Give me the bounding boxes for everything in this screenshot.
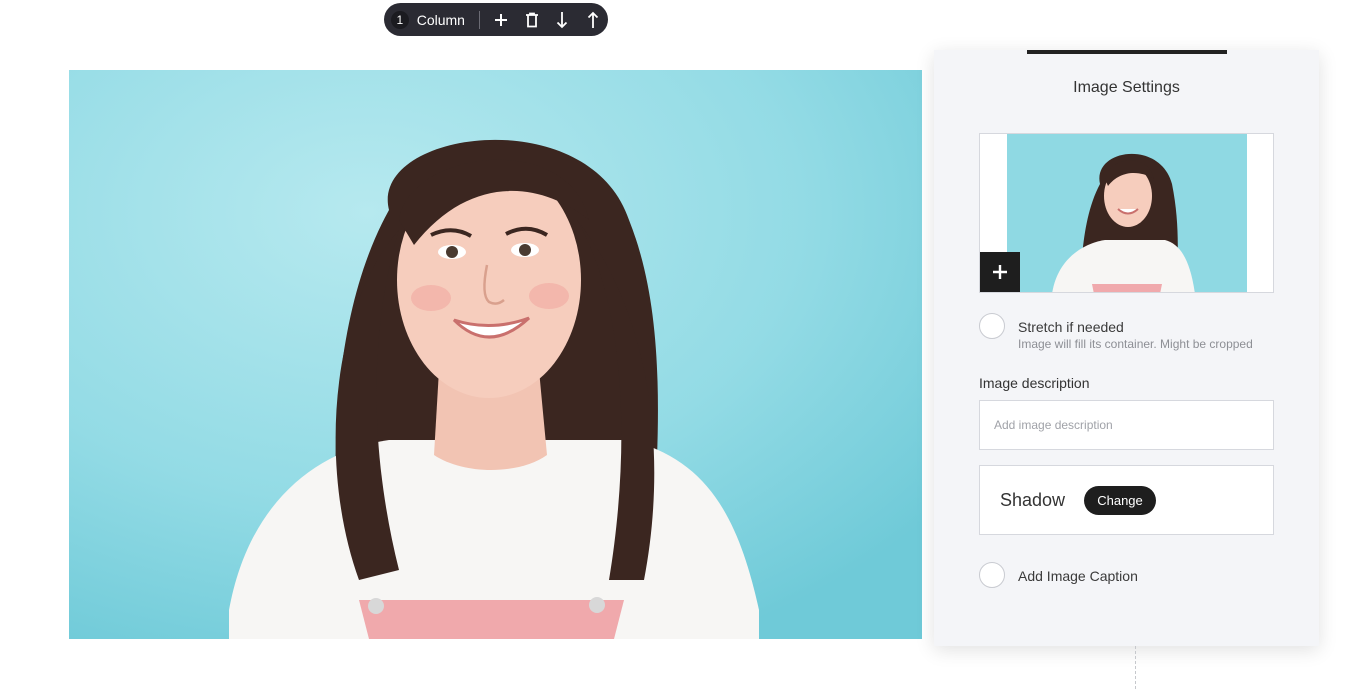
column-index-badge: 1 <box>391 10 409 29</box>
main-image[interactable] <box>69 70 922 639</box>
add-caption-label: Add Image Caption <box>1018 568 1138 584</box>
thumbnail-photo <box>1007 134 1247 292</box>
trash-icon <box>525 12 538 27</box>
panel-drag-handle[interactable] <box>1027 50 1227 54</box>
replace-image-button[interactable] <box>980 252 1020 292</box>
shadow-setting-card: Shadow Change <box>979 465 1274 535</box>
toolbar-divider <box>478 10 480 29</box>
portrait-photo <box>69 70 922 639</box>
arrow-up-icon <box>587 11 598 28</box>
add-icon <box>495 13 508 26</box>
plus-icon <box>993 265 1007 279</box>
image-description-label: Image description <box>979 375 1090 391</box>
change-shadow-button[interactable]: Change <box>1084 486 1156 515</box>
image-description-input[interactable] <box>979 400 1274 450</box>
arrow-down-icon <box>557 11 568 28</box>
shadow-label: Shadow <box>1000 490 1066 510</box>
stretch-label: Stretch if needed <box>1018 319 1124 335</box>
add-column-button[interactable] <box>486 3 517 36</box>
move-down-button[interactable] <box>547 3 578 36</box>
column-label[interactable]: Column <box>417 12 465 28</box>
panel-title: Image Settings <box>1073 79 1180 96</box>
image-settings-panel: Image Settings Stretch if needed Image w… <box>934 50 1319 646</box>
add-caption-toggle[interactable] <box>979 562 1005 588</box>
column-toolbar: 1 Column <box>384 3 608 36</box>
delete-column-button[interactable] <box>516 3 547 36</box>
move-up-button[interactable] <box>578 3 609 36</box>
column-guide-line <box>1135 646 1136 689</box>
stretch-hint: Image will fill its container. Might be … <box>1018 337 1253 351</box>
stretch-toggle[interactable] <box>979 313 1005 339</box>
image-thumbnail[interactable] <box>979 133 1274 293</box>
